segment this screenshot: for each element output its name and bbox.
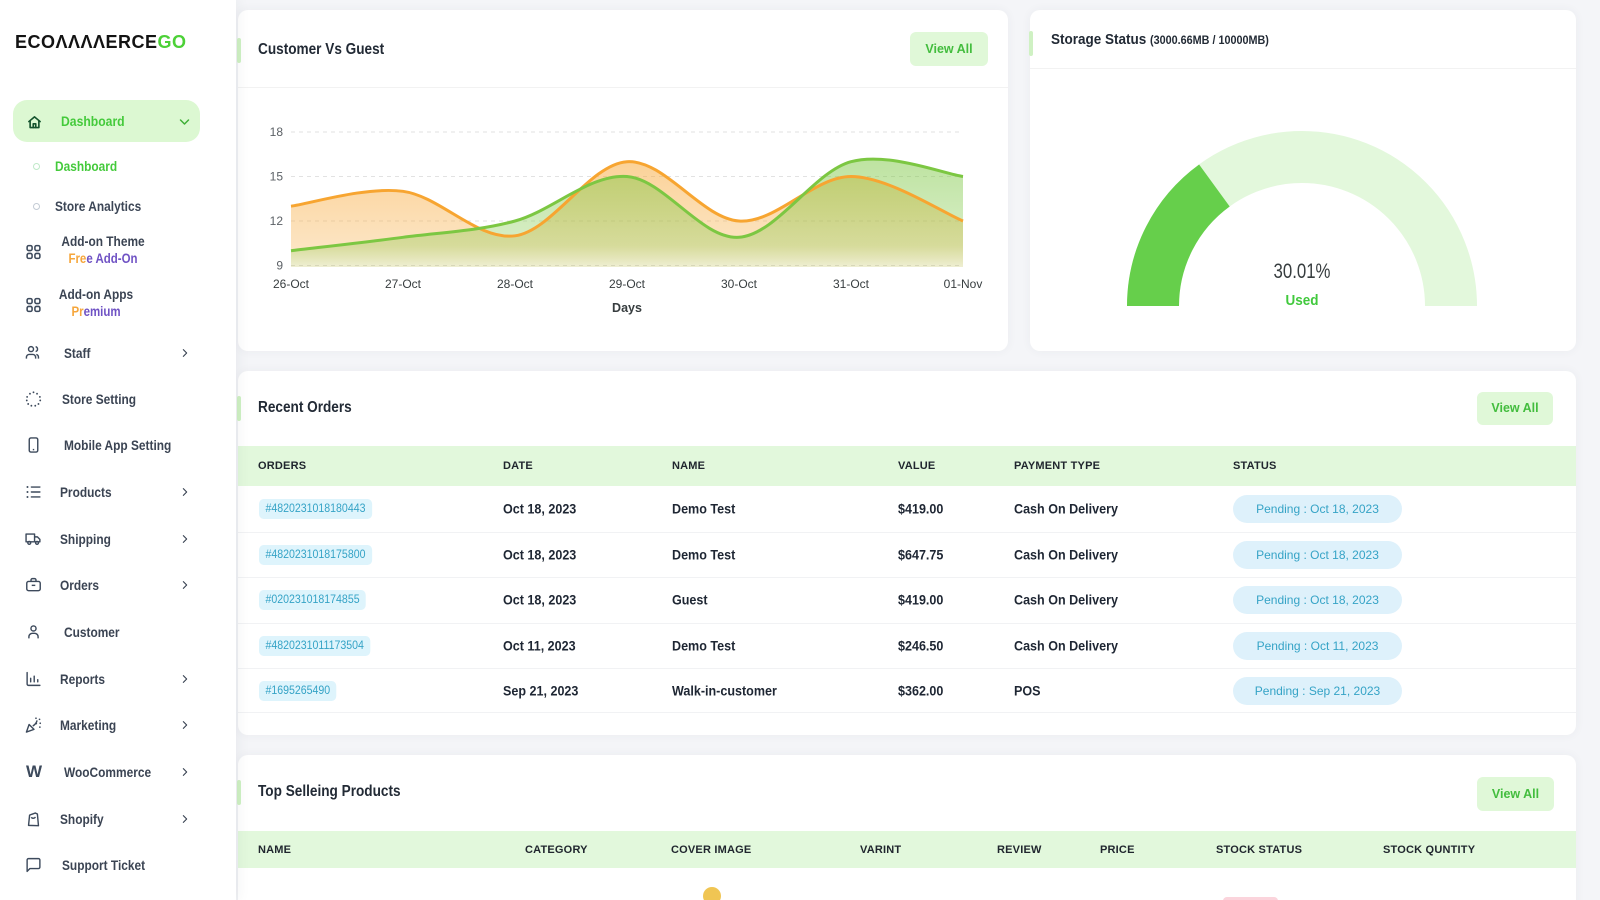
svg-text:9: 9 [276,259,283,273]
svg-text:30-Oct: 30-Oct [721,277,758,291]
svg-text:31-Oct: 31-Oct [833,277,870,291]
svg-text:12: 12 [270,214,284,228]
svg-text:26-Oct: 26-Oct [273,277,310,291]
svg-text:01-Nov: 01-Nov [944,277,983,291]
svg-text:28-Oct: 28-Oct [497,277,534,291]
svg-text:30.01%: 30.01% [1274,260,1331,283]
svg-text:27-Oct: 27-Oct [385,277,422,291]
svg-text:15: 15 [270,170,284,184]
svg-text:18: 18 [270,125,284,139]
svg-text:29-Oct: 29-Oct [609,277,646,291]
svg-text:Used: Used [1286,292,1319,309]
svg-text:Days: Days [612,301,642,315]
